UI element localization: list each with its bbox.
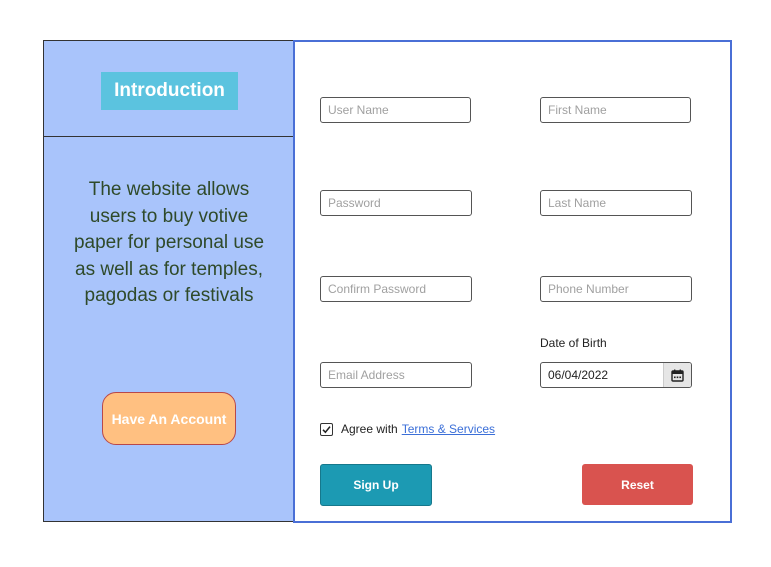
phone-number-input[interactable] [540, 276, 692, 302]
have-account-button[interactable]: Have An Account [102, 392, 236, 445]
agree-terms-row: Agree with Terms & Services [320, 422, 495, 436]
dob-label: Date of Birth [540, 336, 607, 350]
intro-title: Introduction [101, 72, 238, 110]
intro-description: The website allows users to buy votive p… [73, 179, 265, 306]
first-name-input[interactable] [540, 97, 691, 123]
terms-link[interactable]: Terms & Services [402, 422, 495, 436]
sign-up-button[interactable]: Sign Up [320, 464, 432, 506]
email-input[interactable] [320, 362, 472, 388]
dob-date-input[interactable]: 06/04/2022 [540, 362, 692, 388]
agree-checkbox[interactable] [320, 422, 333, 436]
intro-header-section: Introduction [44, 41, 293, 137]
last-name-input[interactable] [540, 190, 692, 216]
password-input[interactable] [320, 190, 472, 216]
dob-value: 06/04/2022 [548, 368, 609, 382]
signup-form: Date of Birth 06/04/2022 Agree with Term… [293, 40, 732, 523]
calendar-icon[interactable] [663, 363, 691, 387]
username-input[interactable] [320, 97, 471, 123]
checkmark-icon [322, 425, 331, 433]
agree-label: Agree with [341, 422, 398, 436]
intro-panel: Introduction The website allows users to… [43, 40, 294, 522]
confirm-password-input[interactable] [320, 276, 472, 302]
reset-button[interactable]: Reset [582, 464, 693, 505]
